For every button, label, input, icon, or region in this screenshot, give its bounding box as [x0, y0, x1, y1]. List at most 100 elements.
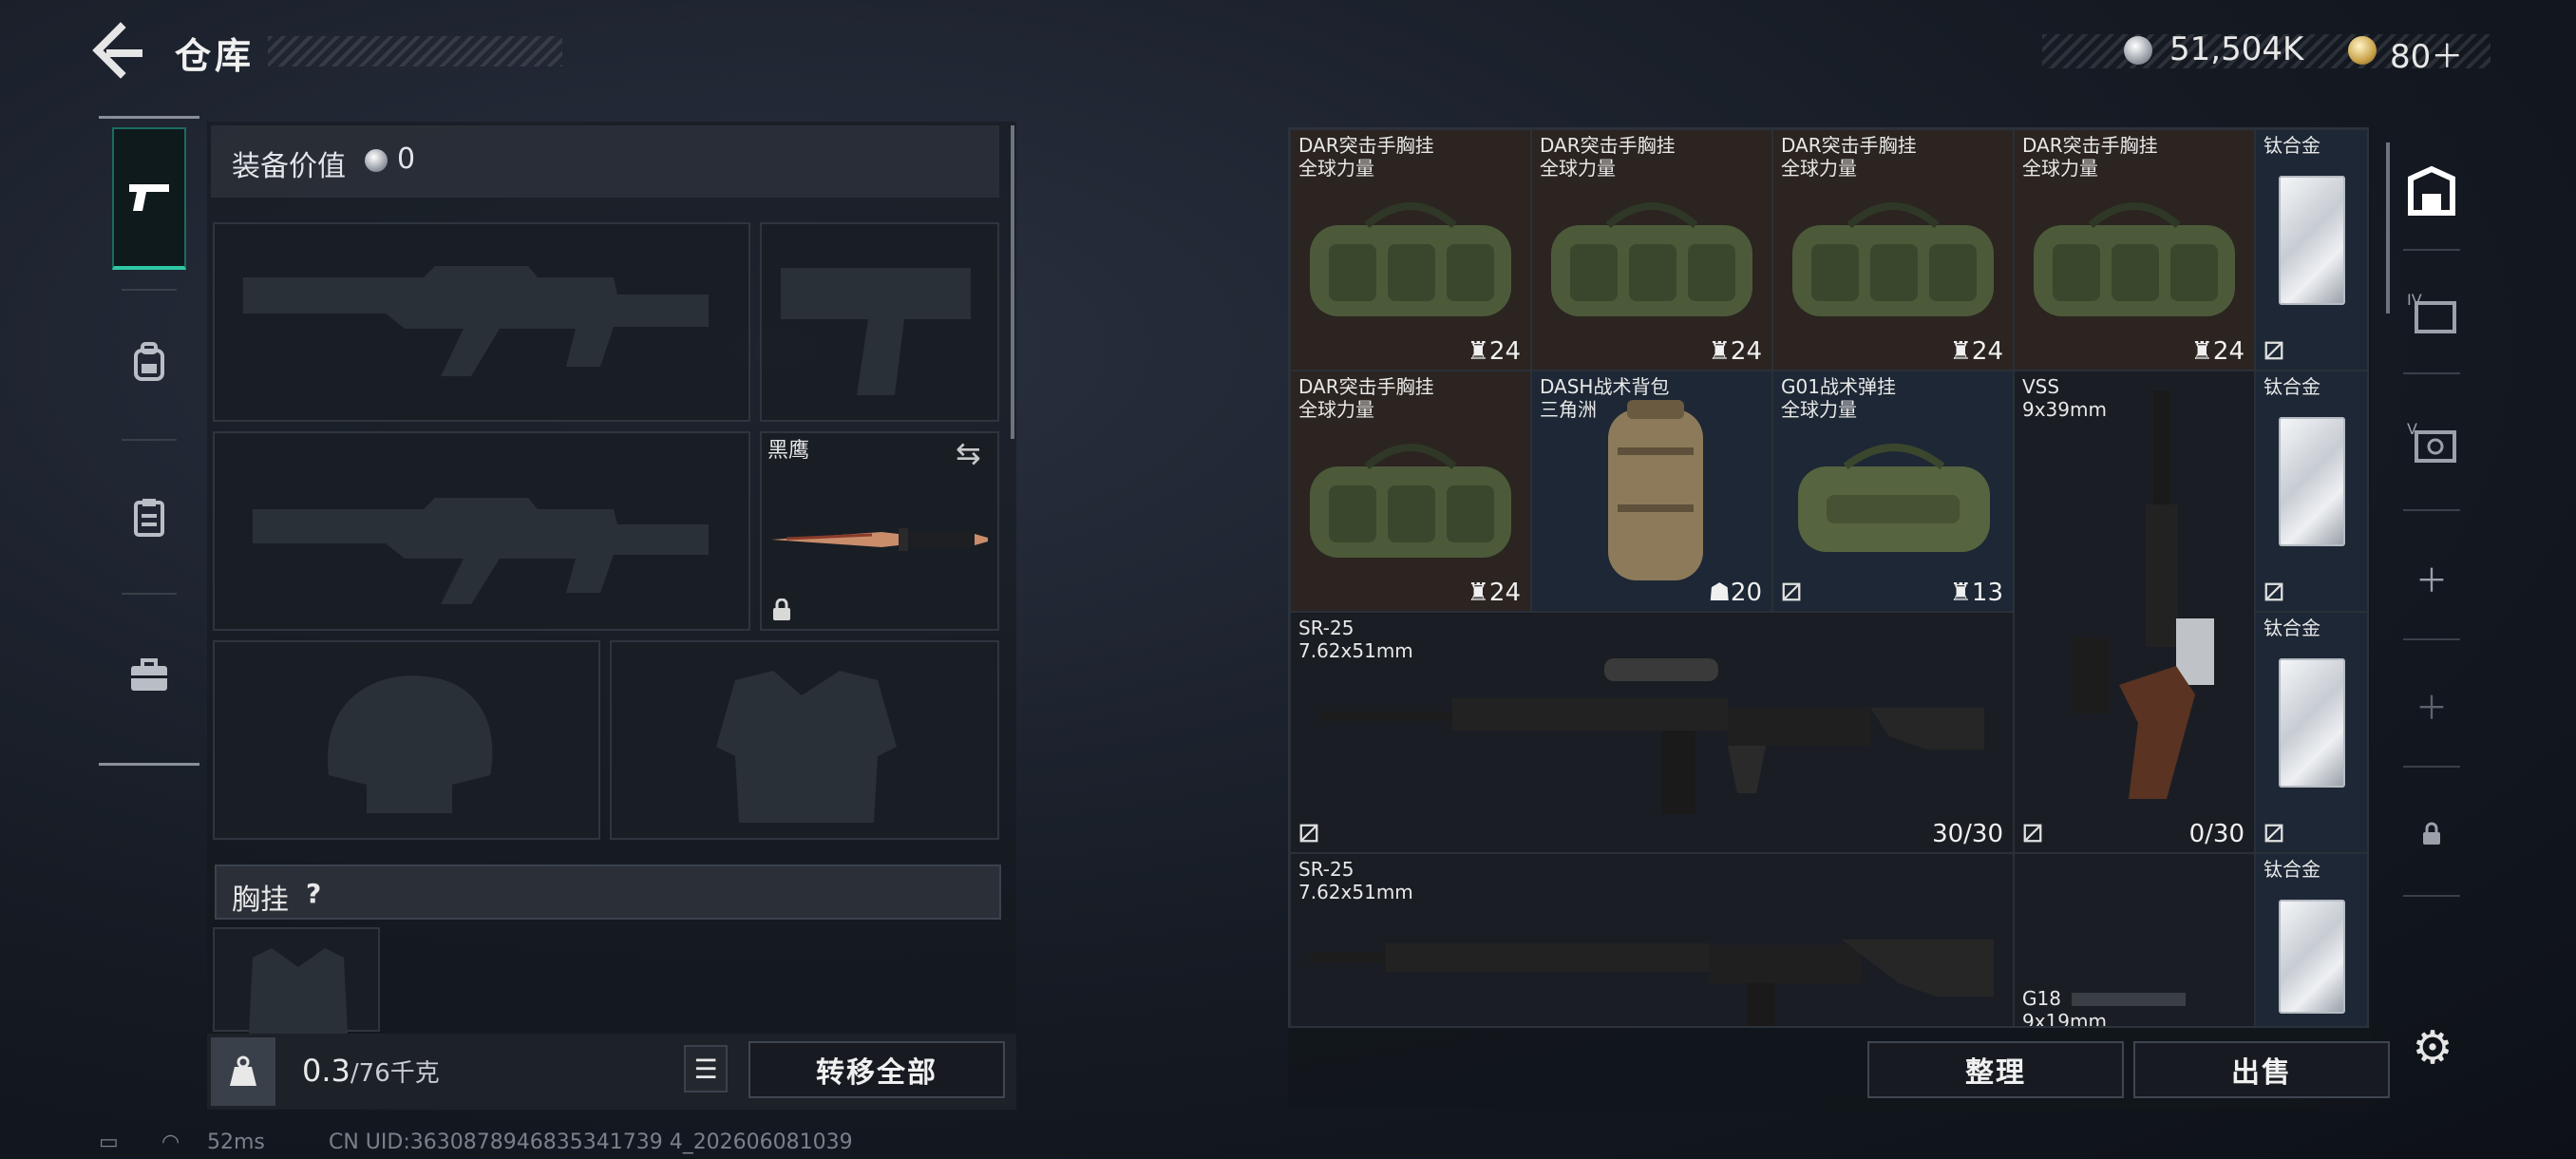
storage-item[interactable]: SR-25 7.62x51mm	[1290, 853, 2014, 1026]
rail-divider	[2403, 509, 2460, 511]
knife-image	[771, 528, 988, 551]
backpack-image	[1608, 400, 1703, 580]
primary-weapon-slot-2[interactable]	[213, 431, 750, 631]
helmet-slot[interactable]	[213, 640, 600, 840]
nav-case[interactable]	[112, 604, 186, 747]
nav-divider	[122, 593, 177, 595]
g18-pistol-image	[2072, 993, 2186, 1006]
storage-item[interactable]: VSS 9x39mm 0/30	[2014, 370, 2255, 853]
durability-icon: ♜	[1708, 337, 1731, 366]
chest-rig-image	[1798, 444, 1990, 552]
chest-rig-icon	[134, 499, 164, 537]
lock-icon[interactable]	[2403, 806, 2460, 863]
list-view-button[interactable]: ☰	[684, 1045, 728, 1092]
title-decoration	[268, 36, 562, 66]
storage-item[interactable]: DAR突击手胸挂 全球力量 ♜24	[1531, 129, 1772, 370]
pistol-slot[interactable]	[760, 222, 999, 422]
storage-item[interactable]: 钛合金	[2255, 612, 2367, 853]
silver-balance: 51,504K	[2169, 30, 2304, 68]
no-insure-icon	[2023, 824, 2042, 843]
rail-divider	[2403, 895, 2460, 897]
armor-slot[interactable]	[610, 640, 999, 840]
rail-divider	[2403, 372, 2460, 374]
tab-4-icon[interactable]: IV	[2403, 285, 2460, 342]
vss-rifle-image	[2072, 390, 2214, 799]
help-icon[interactable]: ?	[306, 878, 321, 909]
svg-text:V: V	[2407, 420, 2417, 438]
titanium-ingot-image	[2279, 417, 2345, 546]
storage-scrollbar[interactable]	[2386, 142, 2390, 314]
sell-button[interactable]: 出售	[2133, 1041, 2390, 1098]
sr25-rifle-image	[1319, 658, 1984, 814]
durability-icon: ☗	[1708, 579, 1731, 607]
gold-coin-icon	[2348, 36, 2377, 65]
ping: 52ms	[207, 1130, 265, 1154]
no-insure-icon	[1782, 582, 1801, 601]
chest-rig-slot[interactable]	[213, 927, 380, 1034]
transfer-all-button[interactable]: 转移全部	[748, 1041, 1005, 1098]
wifi-icon: ◠	[161, 1130, 180, 1154]
weight-current: 0.3	[302, 1053, 350, 1089]
silver-coin-icon	[2124, 36, 2152, 65]
storage-item[interactable]: 钛合金	[2255, 370, 2367, 612]
equipment-value-label: 装备价值	[232, 150, 346, 183]
titanium-ingot-image	[2279, 658, 2345, 788]
loadout-scrollbar[interactable]	[1011, 125, 1014, 439]
weight-readout: 0.3/76千克	[302, 1053, 440, 1089]
lock-icon	[773, 598, 790, 620]
svg-text:IV: IV	[2407, 291, 2422, 309]
weight-icon	[211, 1037, 275, 1106]
storage-item[interactable]: DAR突击手胸挂 全球力量 ♜24	[1290, 370, 1531, 612]
nav-weapons[interactable]	[112, 127, 186, 270]
add-icon[interactable]: ＋	[2403, 549, 2460, 606]
helmet-silhouette-icon	[327, 675, 493, 813]
storage-item[interactable]: G18 9x19mm	[2014, 853, 2255, 1026]
storage-grid: DAR突击手胸挂 全球力量 ♜24 DAR突击手胸挂 全球力量 ♜24 DAR突击手…	[1288, 127, 2369, 1028]
melee-item-name: 黑鹰	[767, 439, 810, 463]
storage-item[interactable]: SR-25 7.62x51mm 30/30	[1290, 612, 2014, 853]
primary-weapon-slot-1[interactable]	[213, 222, 750, 422]
chest-rig-silhouette-icon	[249, 948, 348, 1034]
storage-item[interactable]: DAR突击手胸挂 全球力量 ♜24	[1772, 129, 2014, 370]
durability-icon: ♜	[2190, 337, 2213, 366]
nav-backpack[interactable]	[112, 291, 186, 433]
storage-item[interactable]: G01战术弹挂 全球力量 ♜13	[1772, 370, 2014, 612]
rail-divider	[2403, 638, 2460, 640]
sr25-rifle-image	[1310, 940, 1994, 1026]
organize-button[interactable]: 整理	[1867, 1041, 2124, 1098]
no-insure-icon	[2264, 341, 2283, 360]
backpack-icon	[134, 342, 164, 381]
add-icon[interactable]: ＋	[2403, 676, 2460, 733]
tab-5-icon[interactable]: V	[2403, 414, 2460, 471]
storage-item[interactable]: DAR突击手胸挂 全球力量 ♜24	[1290, 129, 1531, 370]
uid: CN UID:3630878946835341739 4_20260608103…	[329, 1130, 853, 1154]
titanium-ingot-image	[2279, 900, 2345, 1014]
weight-capacity: /76千克	[350, 1059, 440, 1088]
equipment-value: 0	[397, 142, 416, 176]
storage-item[interactable]: DAR突击手胸挂 全球力量 ♜24	[2014, 129, 2255, 370]
nav-chest-rig[interactable]	[112, 446, 186, 589]
storage-item[interactable]: 钛合金	[2255, 853, 2367, 1026]
silver-coin-icon	[365, 149, 388, 172]
storage-item[interactable]: DASH战术背包 三角洲 ☗20	[1531, 370, 1772, 612]
duffel-bag-image	[1792, 202, 1994, 316]
duffel-bag-image	[2034, 202, 2235, 316]
page-title: 仓库	[175, 35, 256, 77]
chest-rig-header	[215, 864, 1001, 920]
storage-item[interactable]: 钛合金	[2255, 129, 2367, 370]
duffel-bag-image	[1310, 444, 1511, 558]
swap-icon[interactable]: ⇆	[956, 435, 981, 471]
stash-icon[interactable]	[2403, 163, 2460, 220]
pistol-icon	[129, 184, 169, 211]
case-icon	[131, 658, 167, 691]
no-insure-icon	[1299, 824, 1318, 843]
armor-silhouette-icon	[716, 671, 897, 823]
durability-icon: ♜	[1949, 337, 1972, 366]
rail-divider	[2403, 249, 2460, 251]
back-arrow-shaft	[106, 49, 142, 57]
gear-icon[interactable]: ⚙	[2409, 1021, 2456, 1074]
battery-icon: ▭	[99, 1130, 119, 1154]
duffel-bag-image	[1310, 202, 1511, 316]
duffel-bag-image	[1551, 202, 1752, 316]
gold-balance[interactable]: 80＋	[2390, 30, 2463, 77]
